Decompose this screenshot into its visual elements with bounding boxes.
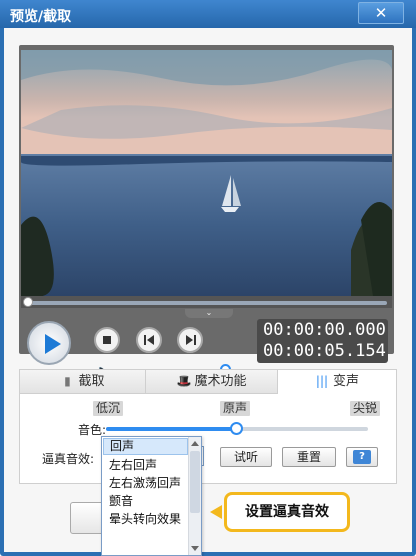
chevron-down-icon: ⌄ [205, 308, 213, 317]
dropdown-item[interactable]: 左右回声 [103, 457, 188, 474]
clip-icon: ▮ [64, 374, 71, 388]
help-icon: ? [353, 450, 371, 464]
stop-icon [103, 336, 111, 344]
stop-button[interactable] [94, 327, 120, 353]
tab-clip[interactable]: ▮ 截取 [20, 370, 146, 394]
scroll-up-icon[interactable] [191, 441, 199, 446]
skip-back-icon [144, 335, 146, 345]
play-button[interactable] [27, 321, 71, 365]
seek-handle[interactable] [23, 297, 33, 307]
close-icon: ✕ [374, 4, 388, 22]
voice-wave-icon: ||| [315, 374, 329, 388]
dialog-body: ⌄ 🔈 00:00:00.000 00:00:05.154 [4, 28, 412, 552]
reset-button[interactable]: 重置 [282, 447, 336, 467]
tab-magic[interactable]: 🎩 魔术功能 [146, 370, 278, 394]
tab-bar: ▮ 截取 🎩 魔术功能 ||| 变声 [20, 370, 396, 394]
tab-voice-change[interactable]: ||| 变声 [278, 370, 396, 394]
effect-dropdown-list[interactable]: 回声 左右回声 左右激荡回声 颤音 晕头转向效果 [101, 436, 202, 556]
close-button[interactable]: ✕ [358, 2, 404, 24]
help-button[interactable]: ? [346, 447, 378, 467]
dropdown-item[interactable]: 晕头转向效果 [103, 511, 188, 528]
tone-mid-label: 原声 [220, 401, 251, 416]
tab-label: 截取 [78, 374, 105, 389]
listen-button[interactable]: 试听 [220, 447, 272, 467]
effect-label: 逼真音效: [42, 452, 95, 466]
current-time: 00:00:00.000 [263, 320, 386, 340]
dropdown-scrollbar[interactable] [188, 437, 201, 555]
next-frame-button[interactable] [177, 327, 203, 353]
feature-panel: ▮截取 🎩魔术功能 |||变声 低沉 原声 尖锐 音色: 逼真音效: 回声 [19, 369, 397, 484]
magic-hat-icon: 🎩 [176, 374, 192, 388]
video-frame-image [21, 50, 392, 296]
tone-low-label: 低沉 [93, 401, 124, 416]
window-title: 预览/截取 [10, 9, 72, 25]
dropdown-item[interactable]: 回声 [103, 438, 188, 455]
skip-forward-icon [186, 335, 193, 345]
tab-label: 魔术功能 [194, 374, 247, 389]
play-icon [45, 334, 61, 354]
callout-pointer [210, 505, 222, 519]
video-player: ⌄ 🔈 00:00:00.000 00:00:05.154 [19, 45, 394, 377]
tab-label: 变声 [332, 374, 359, 389]
dropdown-item[interactable]: 左右激荡回声 [103, 475, 188, 492]
collapse-toggle[interactable]: ⌄ [185, 309, 233, 318]
title-bar[interactable]: 预览/截取 ✕ [0, 0, 416, 28]
dialog-window: 预览/截取 ✕ ⌄ 00:00:00.000 00:00:05.154 ▮ 截取… [0, 0, 416, 556]
tone-slider-fill [106, 427, 237, 431]
time-display: 00:00:00.000 00:00:05.154 [257, 319, 388, 363]
scroll-down-icon[interactable] [191, 546, 199, 551]
tone-high-label: 尖锐 [350, 401, 381, 416]
total-time: 00:00:05.154 [263, 341, 386, 361]
seek-bar[interactable] [21, 296, 392, 308]
scroll-thumb[interactable] [190, 451, 200, 513]
video-preview[interactable] [21, 50, 392, 296]
tone-slider-handle[interactable] [230, 422, 243, 435]
seek-track[interactable] [25, 301, 387, 305]
dropdown-item[interactable]: 颤音 [103, 493, 188, 510]
tutorial-callout: 设置逼真音效 [224, 492, 350, 532]
previous-frame-button[interactable] [136, 327, 162, 353]
